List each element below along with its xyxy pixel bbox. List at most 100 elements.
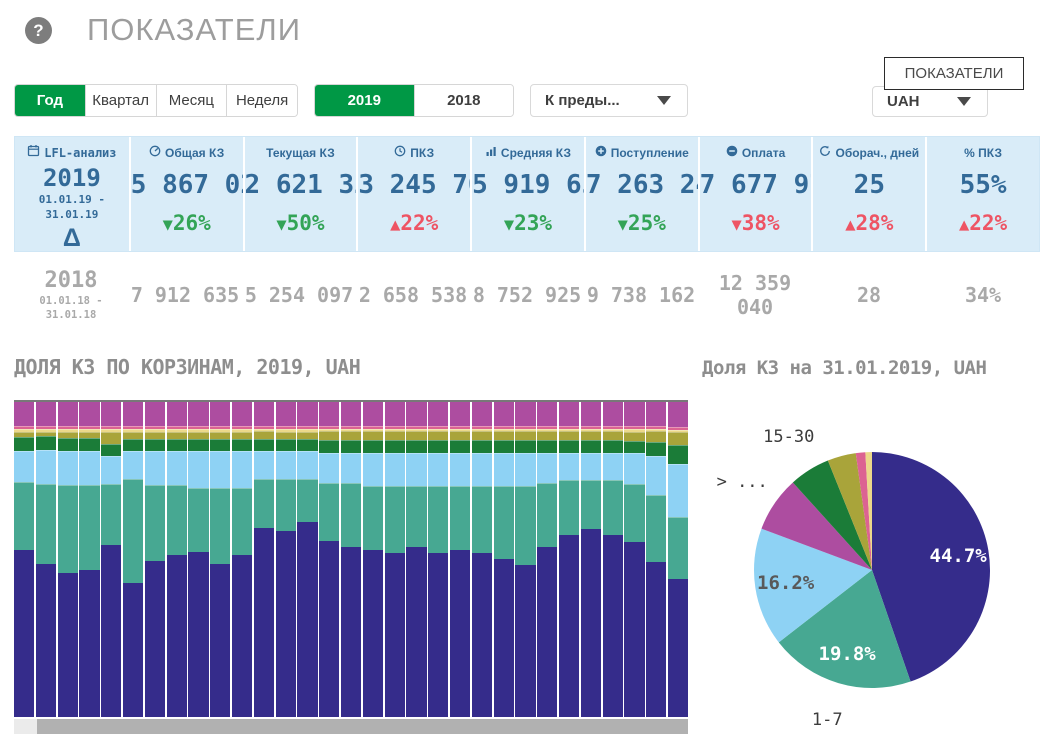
- bar-day-16[interactable]: [341, 400, 361, 717]
- bar-day-21[interactable]: [450, 400, 470, 717]
- bar-segment-magenta-top: [428, 400, 448, 426]
- bar-day-25[interactable]: [537, 400, 557, 717]
- previous-year-cell: 34%: [926, 256, 1040, 334]
- bar-segment-teal: [406, 486, 426, 547]
- bar-segment-light-blue: [188, 451, 208, 488]
- refresh-icon: [819, 143, 831, 163]
- bar-day-15[interactable]: [319, 400, 339, 717]
- bar-day-22[interactable]: [472, 400, 492, 717]
- bar-segment-light-blue: [276, 451, 296, 478]
- bar-day-2[interactable]: [36, 400, 56, 717]
- kpi-period-label: LFL-анализ: [44, 143, 116, 163]
- bar-segment-indigo-bottom: [624, 542, 644, 717]
- bar-day-1[interactable]: [14, 400, 34, 717]
- tab-period-месяц[interactable]: Месяц: [156, 85, 227, 116]
- bar-segment-olive: [145, 432, 165, 440]
- tab-year-2019[interactable]: 2019: [315, 85, 414, 116]
- tab-period-неделя[interactable]: Неделя: [226, 85, 297, 116]
- kpi-delta-value: 38%: [742, 211, 780, 235]
- bar-segment-teal: [385, 486, 405, 553]
- bar-day-11[interactable]: [232, 400, 252, 717]
- bar-day-10[interactable]: [210, 400, 230, 717]
- bar-segment-indigo-bottom: [101, 545, 121, 717]
- bar-segment-light-blue: [406, 453, 426, 486]
- bar-day-20[interactable]: [428, 400, 448, 717]
- bar-segment-teal: [101, 484, 121, 545]
- currency-dropdown[interactable]: UAH: [872, 86, 988, 117]
- bar-segment-olive: [276, 432, 296, 440]
- sheet-title-box[interactable]: ПОКАЗАТЕЛИ: [884, 57, 1024, 90]
- chevron-down-icon: [957, 97, 971, 106]
- bar-day-18[interactable]: [385, 400, 405, 717]
- tab-period-год[interactable]: Год: [15, 85, 85, 116]
- bar-day-8[interactable]: [167, 400, 187, 717]
- kpi-period-year: 2019: [15, 164, 129, 192]
- kpi-header: Текущая КЗ: [245, 142, 357, 164]
- bar-segment-light-blue: [145, 451, 165, 485]
- bar-segment-olive: [101, 432, 121, 444]
- bar-segment-light-blue: [210, 451, 230, 488]
- bar-day-29[interactable]: [624, 400, 644, 717]
- kpi-label: Общая КЗ: [165, 143, 224, 163]
- bar-segment-magenta-top: [515, 400, 535, 426]
- compare-dropdown[interactable]: К преды...: [530, 84, 688, 117]
- bar-day-31[interactable]: [668, 400, 688, 717]
- kpi-value: 7 677 974: [700, 164, 812, 206]
- bar-day-6[interactable]: [123, 400, 143, 717]
- bar-segment-teal: [14, 482, 34, 550]
- scrollbar-thumb[interactable]: [37, 719, 688, 734]
- delta-symbol: Δ: [15, 222, 129, 251]
- bar-segment-light-blue: [472, 453, 492, 486]
- bar-segment-light-blue: [646, 456, 666, 496]
- bar-day-13[interactable]: [276, 400, 296, 717]
- triangle-down-icon: ▼: [618, 215, 628, 235]
- bar-segment-light-blue: [494, 453, 514, 486]
- bar-day-28[interactable]: [603, 400, 623, 717]
- kpi-value: 2 621 328: [245, 164, 357, 206]
- previous-year-value: 28: [812, 283, 926, 307]
- bar-day-7[interactable]: [145, 400, 165, 717]
- kpi-header: ПКЗ: [358, 142, 470, 164]
- bar-segment-green: [494, 440, 514, 452]
- bar-day-27[interactable]: [581, 400, 601, 717]
- bar-day-26[interactable]: [559, 400, 579, 717]
- bar-day-3[interactable]: [58, 400, 78, 717]
- kpi-header: Общая КЗ: [131, 142, 243, 164]
- compare-dropdown-label: К преды...: [545, 92, 620, 109]
- previous-year-cell: 7 912 635: [128, 256, 242, 334]
- bar-day-4[interactable]: [79, 400, 99, 717]
- dashboard: ? ПОКАЗАТЕЛИ ГодКварталМесяцНеделя 20192…: [0, 0, 1046, 743]
- bar-segment-green: [276, 439, 296, 451]
- bar-segment-indigo-bottom: [58, 573, 78, 717]
- kpi-column: Средняя КЗ5 919 659▼23%: [470, 137, 584, 251]
- bar-day-14[interactable]: [297, 400, 317, 717]
- bar-segment-green: [232, 439, 252, 451]
- bar-segment-green: [472, 440, 492, 452]
- bar-segment-olive: [428, 431, 448, 440]
- tab-period-квартал[interactable]: Квартал: [85, 85, 156, 116]
- bar-day-17[interactable]: [363, 400, 383, 717]
- bar-segment-teal: [624, 484, 644, 542]
- bar-segment-magenta-top: [276, 400, 296, 426]
- bar-day-24[interactable]: [515, 400, 535, 717]
- kpi-header: Оборач., дней: [813, 142, 925, 164]
- bar-segment-magenta-top: [145, 400, 165, 426]
- bar-segment-light-blue: [537, 453, 557, 483]
- kpi-delta-value: 22%: [400, 211, 438, 235]
- help-icon[interactable]: ?: [25, 17, 52, 44]
- tab-year-2018[interactable]: 2018: [414, 85, 514, 116]
- bar-day-9[interactable]: [188, 400, 208, 717]
- bar-day-30[interactable]: [646, 400, 666, 717]
- bar-segment-light-blue: [624, 453, 644, 484]
- bar-segment-olive: [494, 431, 514, 440]
- bar-segment-indigo-bottom: [123, 583, 143, 717]
- previous-year-value: 34%: [926, 283, 1040, 307]
- bar-day-19[interactable]: [406, 400, 426, 717]
- bar-day-5[interactable]: [101, 400, 121, 717]
- bar-segment-indigo-bottom: [79, 570, 99, 717]
- bar-day-12[interactable]: [254, 400, 274, 717]
- kpi-delta-value: 25%: [628, 211, 666, 235]
- bar-segment-indigo-bottom: [668, 579, 688, 717]
- bar-segment-indigo-bottom: [167, 555, 187, 717]
- bar-day-23[interactable]: [494, 400, 514, 717]
